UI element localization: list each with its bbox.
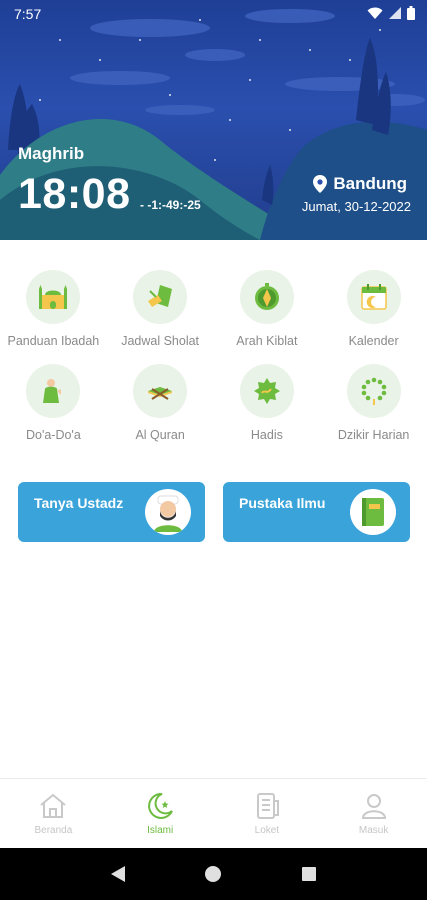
status-bar: 7:57 — [0, 0, 427, 28]
prayer-countdown: - -1:-49:-25 — [140, 198, 201, 212]
quran-icon — [133, 364, 188, 418]
nav-label: Masuk — [358, 825, 389, 836]
system-navigation-bar — [0, 848, 427, 900]
back-triangle-icon — [110, 866, 125, 882]
hadith-icon — [239, 364, 294, 418]
nav-islami[interactable]: Islami — [107, 779, 214, 848]
recents-square-icon — [302, 867, 317, 881]
compass-icon — [239, 270, 294, 324]
recents-button[interactable] — [294, 859, 324, 889]
menu-label: Hadis — [250, 428, 283, 442]
nav-loket[interactable]: Loket — [214, 779, 321, 848]
mosque-icon — [26, 270, 81, 324]
menu-label: Do'a-Do'a — [25, 428, 81, 442]
prayer-header: 7:57 Maghrib 18:08 - -1:-49:-25 Bandung … — [0, 0, 427, 240]
home-circle-icon — [205, 866, 222, 882]
status-icons — [367, 6, 415, 20]
status-time: 7:57 — [14, 6, 42, 22]
prayer-beads-icon — [346, 364, 401, 418]
home-icon — [40, 793, 67, 818]
menu-doa-doa[interactable]: Do'a-Do'a — [0, 364, 107, 442]
ustadz-avatar-icon — [145, 489, 191, 535]
menu-kalender[interactable]: Kalender — [320, 270, 427, 348]
menu-al-quran[interactable]: Al Quran — [107, 364, 214, 442]
prayer-name: Maghrib — [18, 144, 85, 163]
location-pin-icon — [313, 175, 328, 193]
menu-label: Al Quran — [135, 428, 185, 442]
nav-label: Loket — [254, 825, 280, 836]
prayer-time: 18:08 — [18, 170, 131, 218]
user-icon — [361, 794, 386, 819]
menu-label: Kalender — [348, 334, 399, 348]
menu-label: Panduan Ibadah — [7, 334, 100, 348]
battery-icon — [407, 6, 415, 20]
nav-masuk[interactable]: Masuk — [320, 779, 427, 848]
location-button[interactable]: Bandung — [313, 174, 407, 194]
signal-icon — [389, 7, 401, 19]
feature-menu: Panduan Ibadah Jadwal Sholat Arah Kiblat… — [0, 270, 427, 442]
menu-panduan-ibadah[interactable]: Panduan Ibadah — [0, 270, 107, 348]
menu-label: Jadwal Sholat — [121, 334, 200, 348]
receipt-icon — [256, 793, 279, 819]
menu-label: Dzikir Harian — [337, 428, 410, 442]
prayer-schedule-icon — [133, 270, 188, 324]
menu-arah-kiblat[interactable]: Arah Kiblat — [214, 270, 321, 348]
city-name: Bandung — [333, 174, 407, 193]
menu-label: Arah Kiblat — [236, 334, 298, 348]
wifi-icon — [367, 7, 383, 19]
book-icon — [350, 489, 396, 535]
bottom-navigation: Beranda Islami Loket Masuk — [0, 778, 427, 848]
menu-dzikir-harian[interactable]: Dzikir Harian — [320, 364, 427, 442]
tanya-ustadz-card[interactable]: Tanya Ustadz — [18, 482, 205, 542]
nav-beranda[interactable]: Beranda — [0, 779, 107, 848]
home-button[interactable] — [198, 859, 228, 889]
praying-person-icon — [26, 364, 81, 418]
current-date: Jumat, 30-12-2022 — [301, 199, 411, 214]
crescent-icon — [148, 792, 174, 819]
card-label: Pustaka Ilmu — [239, 495, 326, 511]
card-label: Tanya Ustadz — [34, 495, 124, 511]
back-button[interactable] — [103, 859, 133, 889]
menu-hadis[interactable]: Hadis — [214, 364, 321, 442]
pustaka-ilmu-card[interactable]: Pustaka Ilmu — [223, 482, 410, 542]
calendar-icon — [346, 270, 401, 324]
app-screen: 7:57 Maghrib 18:08 - -1:-49:-25 Bandung … — [0, 0, 427, 900]
nav-label: Islami — [147, 825, 174, 836]
menu-jadwal-sholat[interactable]: Jadwal Sholat — [107, 270, 214, 348]
nav-label: Beranda — [34, 825, 73, 836]
